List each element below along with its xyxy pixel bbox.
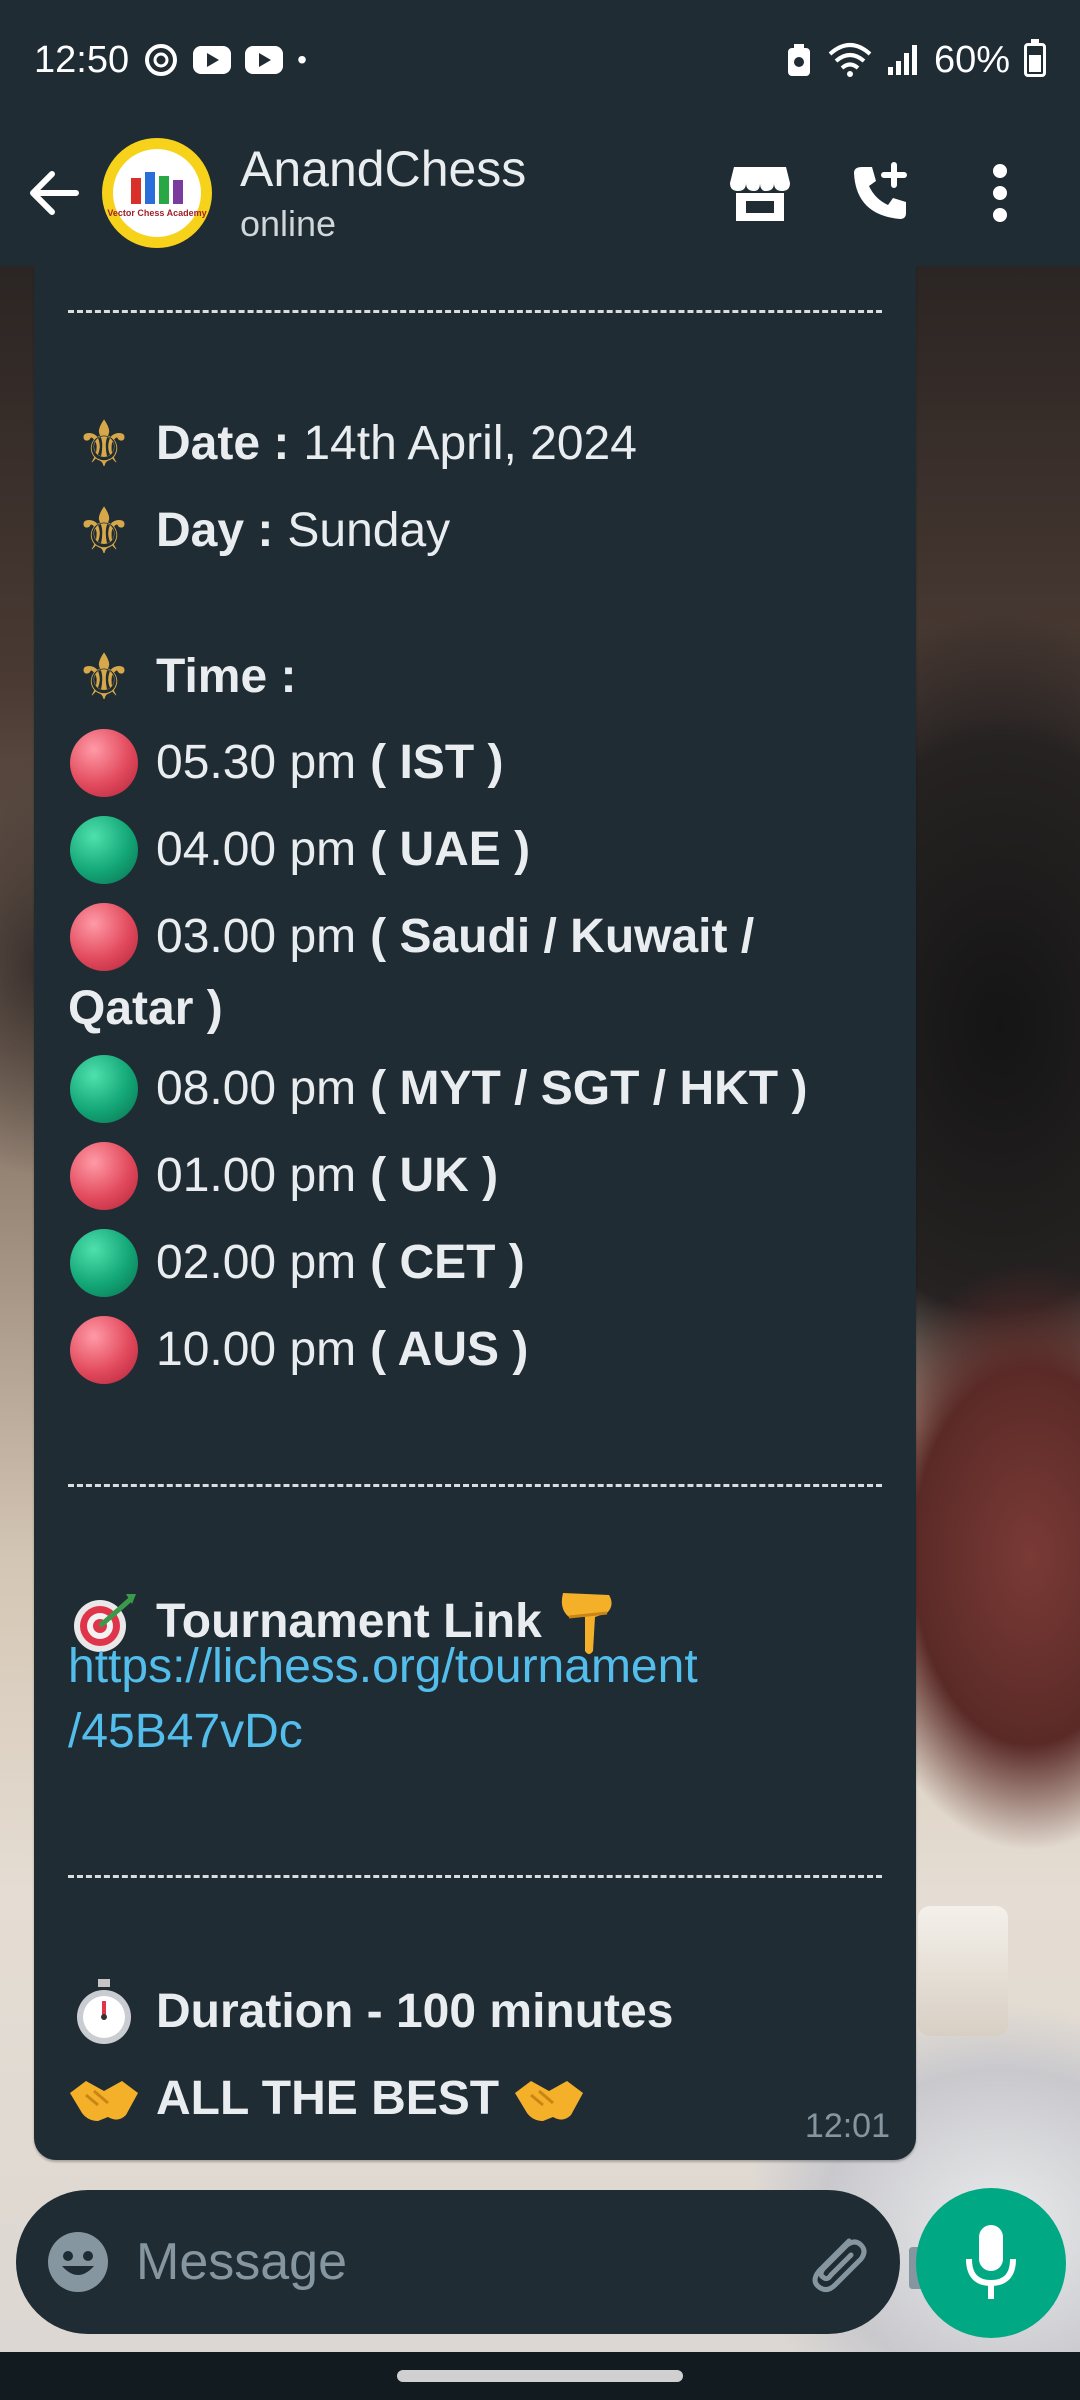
tournament-link-line1: https://lichess.org/tournament	[68, 1640, 698, 1693]
time-row: 10.00 pm ( AUS )	[68, 1314, 882, 1386]
time-value: 10.00 pm	[156, 1323, 357, 1376]
time-row: 05.30 pm ( IST )	[68, 727, 882, 799]
green-circle-icon	[68, 1053, 140, 1125]
attach-button[interactable]	[805, 2226, 871, 2298]
arrow-left-icon	[30, 171, 79, 215]
date-label: Date :	[156, 417, 290, 470]
battery-percent: 60%	[933, 38, 1010, 81]
avatar-text: Vector Chess Academy	[107, 208, 207, 218]
day-label: Day :	[156, 504, 274, 557]
time-row: 03.00 pm ( Saudi / Kuwait /	[68, 901, 882, 973]
message-composer	[16, 2190, 971, 2334]
catalog-button[interactable]	[720, 153, 800, 233]
message-input[interactable]	[136, 2232, 805, 2292]
tournament-link-continued[interactable]: /45B47vDc	[68, 1701, 882, 1763]
youtube-icon	[193, 46, 232, 74]
home-gesture-handle[interactable]	[397, 2370, 683, 2382]
youtube-icon	[245, 46, 284, 74]
voice-message-button[interactable]	[916, 2188, 1066, 2338]
time-heading: ⚜ Time :	[68, 641, 882, 713]
tournament-link[interactable]: https://lichess.org/tournament	[68, 1636, 882, 1698]
time-row-continuation: Qatar )	[68, 978, 882, 1040]
red-circle-icon	[68, 727, 140, 799]
wallpaper-detail	[918, 1906, 1008, 2036]
tournament-link-line2: /45B47vDc	[68, 1705, 303, 1758]
status-time: 12:50	[34, 38, 130, 81]
status-left: 12:50 •	[34, 39, 307, 82]
battery-saver-icon	[784, 42, 814, 78]
divider	[68, 310, 882, 313]
navigation-bar	[0, 2352, 1080, 2400]
fleur-de-lis-icon: ⚜	[75, 408, 133, 480]
time-zone: ( UAE )	[370, 823, 531, 876]
avatar[interactable]: Vector Chess Academy	[102, 138, 212, 248]
green-circle-icon	[68, 814, 140, 886]
time-value: 08.00 pm	[156, 1062, 357, 1115]
more-options-button[interactable]	[960, 153, 1040, 233]
emoji-icon	[48, 2232, 108, 2292]
contact-info[interactable]: AnandChess online	[240, 141, 720, 245]
paperclip-icon	[812, 2238, 867, 2293]
time-zone: ( CET )	[370, 1236, 525, 1289]
time-value: 02.00 pm	[156, 1236, 357, 1289]
green-circle-icon	[68, 1227, 140, 1299]
stopwatch-icon	[68, 1976, 140, 2048]
message-timestamp: 12:01	[804, 2107, 890, 2145]
handshake-icon	[513, 2063, 585, 2135]
time-row: 08.00 pm ( MYT / SGT / HKT )	[68, 1053, 882, 1125]
divider	[68, 1484, 882, 1487]
closing-line: ALL THE BEST	[68, 2063, 882, 2135]
time-value: 01.00 pm	[156, 1149, 357, 1202]
status-right: 60%	[784, 39, 1046, 82]
chat-header: Vector Chess Academy AnandChess online	[0, 120, 1080, 266]
time-value: 04.00 pm	[156, 823, 357, 876]
contact-status: online	[240, 202, 337, 244]
divider	[68, 1875, 882, 1878]
back-button[interactable]	[8, 148, 98, 238]
header-actions	[720, 153, 1040, 233]
storefront-icon	[730, 167, 790, 221]
time-zone: ( AUS )	[370, 1323, 529, 1376]
time-zone: ( UK )	[370, 1149, 499, 1202]
time-row: 04.00 pm ( UAE )	[68, 814, 882, 886]
duration-line: Duration - 100 minutes	[68, 1976, 882, 2048]
duration-text: Duration - 100 minutes	[156, 1985, 674, 2038]
signal-icon	[886, 43, 920, 77]
emoji-button[interactable]	[46, 2226, 110, 2298]
day-line: ⚜ Day : Sunday	[68, 495, 882, 567]
time-row: 02.00 pm ( CET )	[68, 1227, 882, 1299]
status-bar: 12:50 • 60%	[0, 0, 1080, 120]
fleur-de-lis-icon: ⚜	[75, 495, 133, 567]
phone-add-icon	[854, 162, 907, 219]
time-value: 05.30 pm	[156, 736, 357, 789]
handshake-icon	[68, 2063, 140, 2135]
avatar-logo: Vector Chess Academy	[107, 149, 207, 237]
time-zone: ( MYT / SGT / HKT )	[370, 1062, 808, 1115]
date-value: 14th April, 2024	[303, 417, 637, 470]
threads-icon	[143, 42, 179, 78]
closing-text: ALL THE BEST	[156, 2072, 500, 2125]
red-circle-icon	[68, 1314, 140, 1386]
time-zone: ( IST )	[370, 736, 504, 789]
red-circle-icon	[68, 1140, 140, 1212]
time-value: 03.00 pm	[156, 910, 357, 963]
more-vert-icon	[993, 164, 1007, 222]
status-bullet: •	[297, 44, 307, 75]
date-line: ⚜ Date : 14th April, 2024	[68, 408, 882, 480]
time-row: 01.00 pm ( UK )	[68, 1140, 882, 1212]
time-zone: ( Saudi / Kuwait /	[370, 910, 755, 963]
red-circle-icon	[68, 901, 140, 973]
time-zone-continuation: Qatar )	[68, 982, 223, 1035]
add-call-button[interactable]	[840, 153, 920, 233]
day-value: Sunday	[287, 504, 451, 557]
fleur-de-lis-icon: ⚜	[75, 641, 133, 713]
time-label: Time :	[156, 650, 297, 703]
wifi-icon	[828, 42, 872, 78]
microphone-icon	[966, 2225, 1016, 2299]
contact-name: AnandChess	[240, 141, 527, 198]
battery-icon	[1024, 39, 1046, 77]
message-bubble[interactable]: ⚜ Date : 14th April, 2024 ⚜ Day : Sunday…	[34, 266, 916, 2160]
